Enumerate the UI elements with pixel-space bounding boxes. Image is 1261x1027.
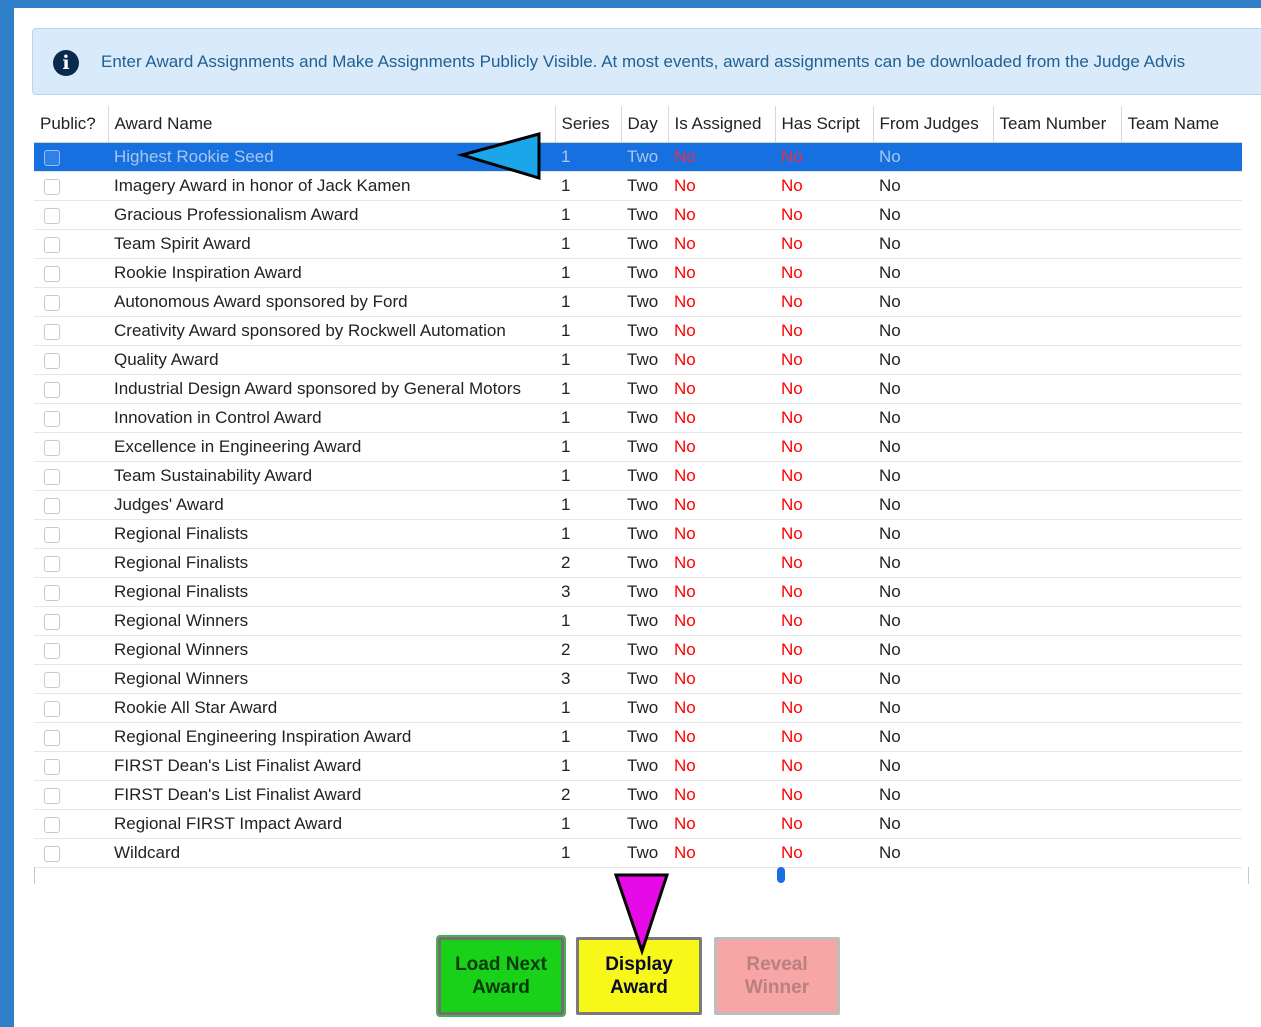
magenta-pointer-arrow-icon — [613, 873, 670, 956]
blue-pointer-arrow-icon — [456, 132, 541, 181]
award-page: i Enter Award Assignments and Make Assig… — [14, 8, 1261, 1027]
annotation-overlay — [456, 132, 670, 956]
